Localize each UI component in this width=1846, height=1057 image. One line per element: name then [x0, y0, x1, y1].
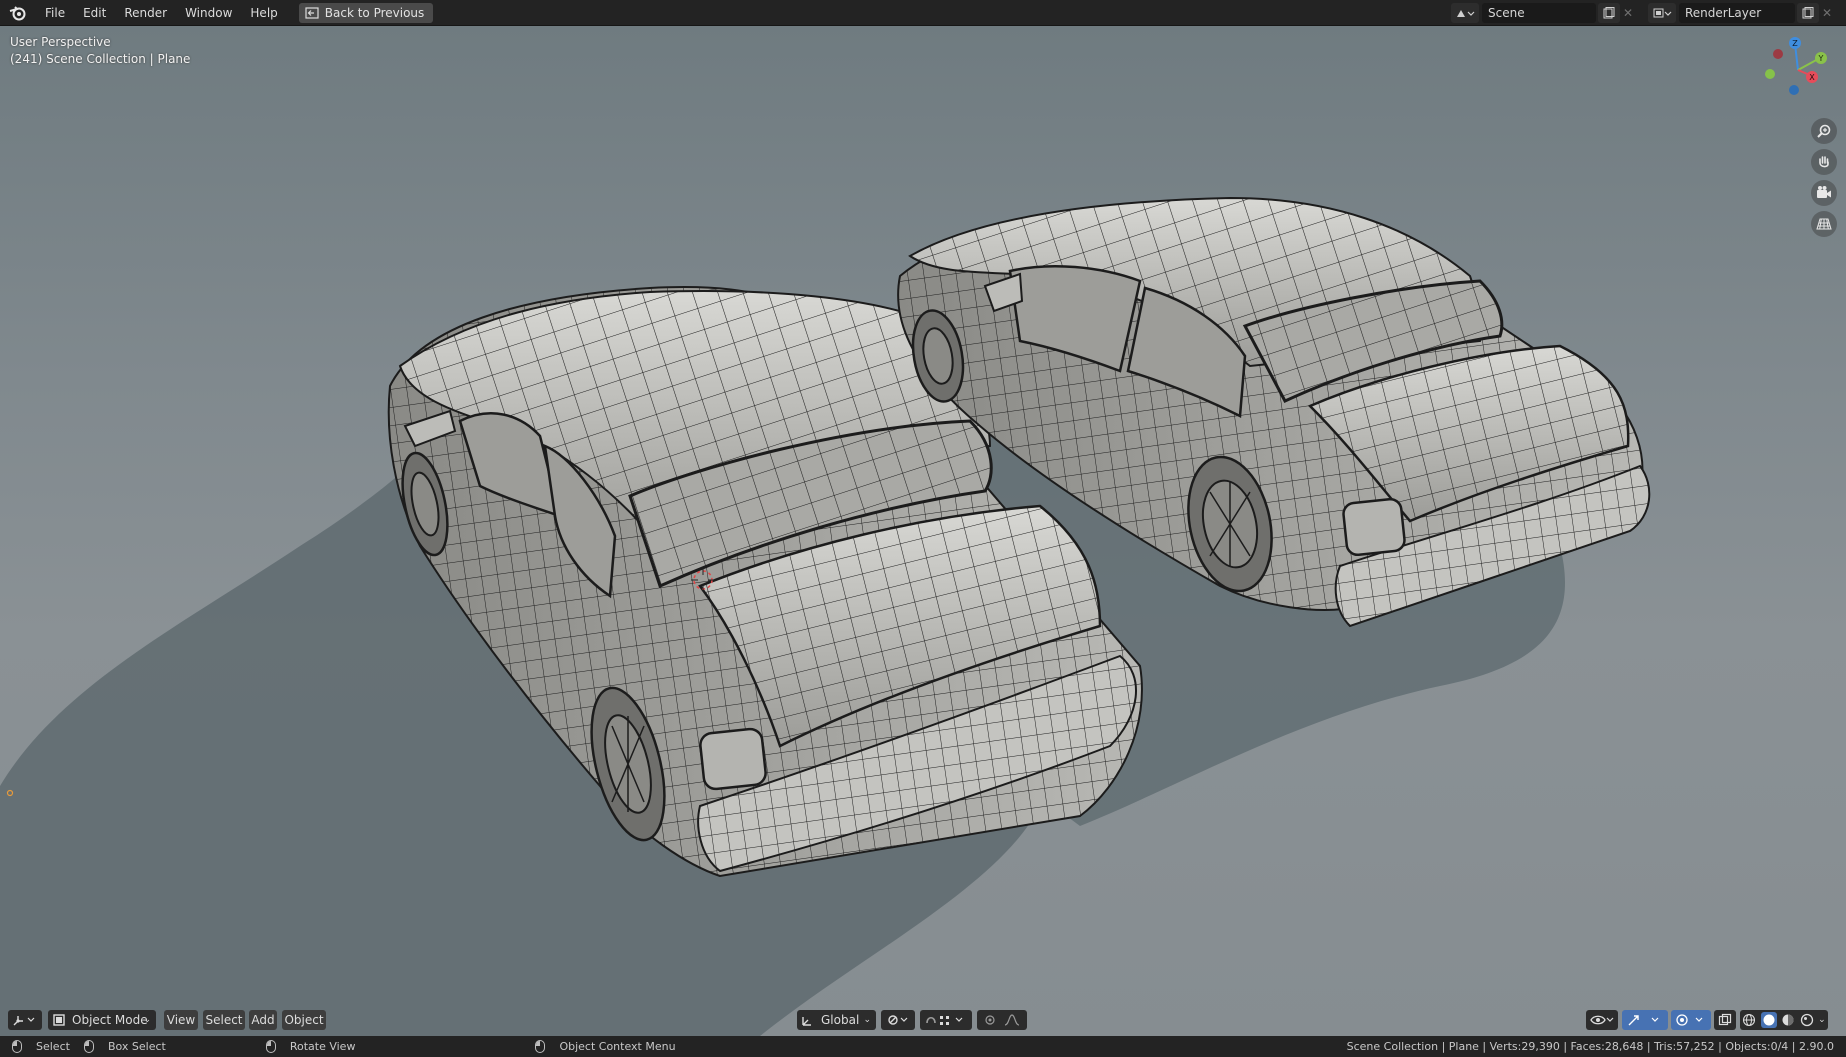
close-scene-icon[interactable]: ✕: [1620, 6, 1636, 20]
menu-help[interactable]: Help: [241, 2, 286, 24]
status-select-label: Select: [36, 1040, 70, 1053]
renderlayer-field[interactable]: RenderLayer: [1679, 3, 1795, 23]
gizmo-neg-y: [1765, 69, 1775, 79]
chevron-down-icon: ⌄: [143, 1015, 151, 1025]
scene-field[interactable]: Scene: [1482, 3, 1596, 23]
proportional-editing-toggle[interactable]: [977, 1010, 1027, 1030]
editor-type-icon: [13, 1016, 35, 1026]
status-context-menu-label: Object Context Menu: [559, 1040, 676, 1053]
status-context-menu: Object Context Menu: [535, 1040, 676, 1053]
visibility-dropdown[interactable]: [1586, 1010, 1618, 1030]
shading-mode-group: ⌄: [1740, 1010, 1828, 1030]
menu-render[interactable]: Render: [115, 2, 176, 24]
proportional-icon: [985, 1014, 1020, 1026]
status-rotate-view: Rotate View: [265, 1040, 356, 1053]
back-arrow-icon: [305, 6, 319, 19]
blender-logo-icon[interactable]: [0, 0, 36, 26]
status-box-select: Box Select: [83, 1040, 166, 1053]
status-select: Select: [12, 1040, 70, 1053]
renderlayer-selector: RenderLayer ✕: [1648, 3, 1835, 23]
navigation-gizmo[interactable]: Z Y X: [1764, 34, 1834, 100]
scene-selector: Scene ✕: [1451, 3, 1636, 23]
zoom-icon[interactable]: [1811, 118, 1837, 144]
menu-window[interactable]: Window: [176, 2, 241, 24]
snap-toggle[interactable]: [920, 1010, 972, 1030]
collection-label: (241) Scene Collection | Plane: [10, 52, 191, 66]
svg-text:Y: Y: [1818, 54, 1824, 63]
mouse-right-icon: [535, 1040, 546, 1053]
orientation-label: Global: [821, 1013, 860, 1027]
rendered-icon[interactable]: [1800, 1013, 1814, 1027]
gizmo-neg-x: [1773, 49, 1783, 59]
hand-pan-icon[interactable]: [1811, 149, 1837, 175]
transform-icon: [802, 1017, 811, 1026]
status-rotate-view-label: Rotate View: [289, 1040, 356, 1053]
editor-type-selector[interactable]: [8, 1010, 42, 1030]
viewport-header: Object Mode ⌄ View Select Add Object Glo…: [0, 1006, 1846, 1036]
mouse-middle-icon: [265, 1040, 276, 1053]
svg-text:X: X: [1809, 73, 1815, 82]
xray-toggle[interactable]: [1714, 1010, 1736, 1030]
visibility-icon: [1590, 1015, 1614, 1025]
camera-icon[interactable]: [1811, 180, 1837, 206]
blender-window: File Edit Render Window Help Back to Pre…: [0, 0, 1846, 1057]
scene-icon[interactable]: [1451, 3, 1479, 23]
close-renderlayer-icon[interactable]: ✕: [1819, 6, 1835, 20]
chevron-down-icon: ⌄: [863, 1015, 871, 1025]
new-scene-icon[interactable]: [1598, 3, 1620, 23]
scene-statistics: Scene Collection | Plane | Verts:29,390 …: [1346, 1040, 1834, 1053]
select-menu[interactable]: Select: [203, 1010, 245, 1030]
mouse-drag-icon: [83, 1040, 94, 1053]
gizmo-icon: [1628, 1015, 1659, 1026]
renderlayer-icon[interactable]: [1648, 3, 1676, 23]
menu-file[interactable]: File: [36, 2, 74, 24]
overlay-toggle[interactable]: [1671, 1010, 1711, 1030]
perspective-label: User Perspective: [10, 35, 111, 49]
gizmo-toggle[interactable]: [1622, 1010, 1668, 1030]
top-bar: File Edit Render Window Help Back to Pre…: [0, 0, 1846, 26]
back-to-previous-button[interactable]: Back to Previous: [298, 2, 434, 23]
chevron-down-icon[interactable]: ⌄: [1818, 1015, 1826, 1025]
mouse-left-icon: [12, 1040, 22, 1053]
pivot-point-dropdown[interactable]: [881, 1010, 915, 1030]
3d-viewport[interactable]: User Perspective (241) Scene Collection …: [0, 26, 1846, 1036]
pivot-icon: [888, 1015, 908, 1025]
status-bar: Select Box Select Rotate View Object Con…: [0, 1036, 1846, 1057]
gizmo-neg-z: [1789, 85, 1799, 95]
scene-render: [0, 196, 1651, 1036]
snap-icon: [926, 1016, 963, 1025]
status-box-select-label: Box Select: [107, 1040, 166, 1053]
wireframe-icon[interactable]: [1742, 1013, 1756, 1027]
new-renderlayer-icon[interactable]: [1797, 3, 1819, 23]
cube-icon: [53, 1014, 65, 1026]
menu-edit[interactable]: Edit: [74, 2, 115, 24]
xray-icon: [1718, 1013, 1732, 1026]
view-menu[interactable]: View: [164, 1010, 198, 1030]
svg-text:Z: Z: [1792, 39, 1798, 48]
object-menu[interactable]: Object: [282, 1010, 326, 1030]
transform-orientation-dropdown[interactable]: Global ⌄: [797, 1010, 876, 1030]
add-menu[interactable]: Add: [249, 1010, 277, 1030]
material-icon[interactable]: [1781, 1013, 1795, 1027]
back-button-label: Back to Previous: [324, 5, 425, 20]
overlay-icon: [1676, 1014, 1703, 1026]
object-mode-dropdown[interactable]: Object Mode ⌄: [48, 1010, 156, 1030]
grid-perspective-icon[interactable]: [1811, 211, 1837, 237]
object-mode-label: Object Mode: [72, 1013, 148, 1027]
solid-icon[interactable]: [1760, 1012, 1777, 1028]
